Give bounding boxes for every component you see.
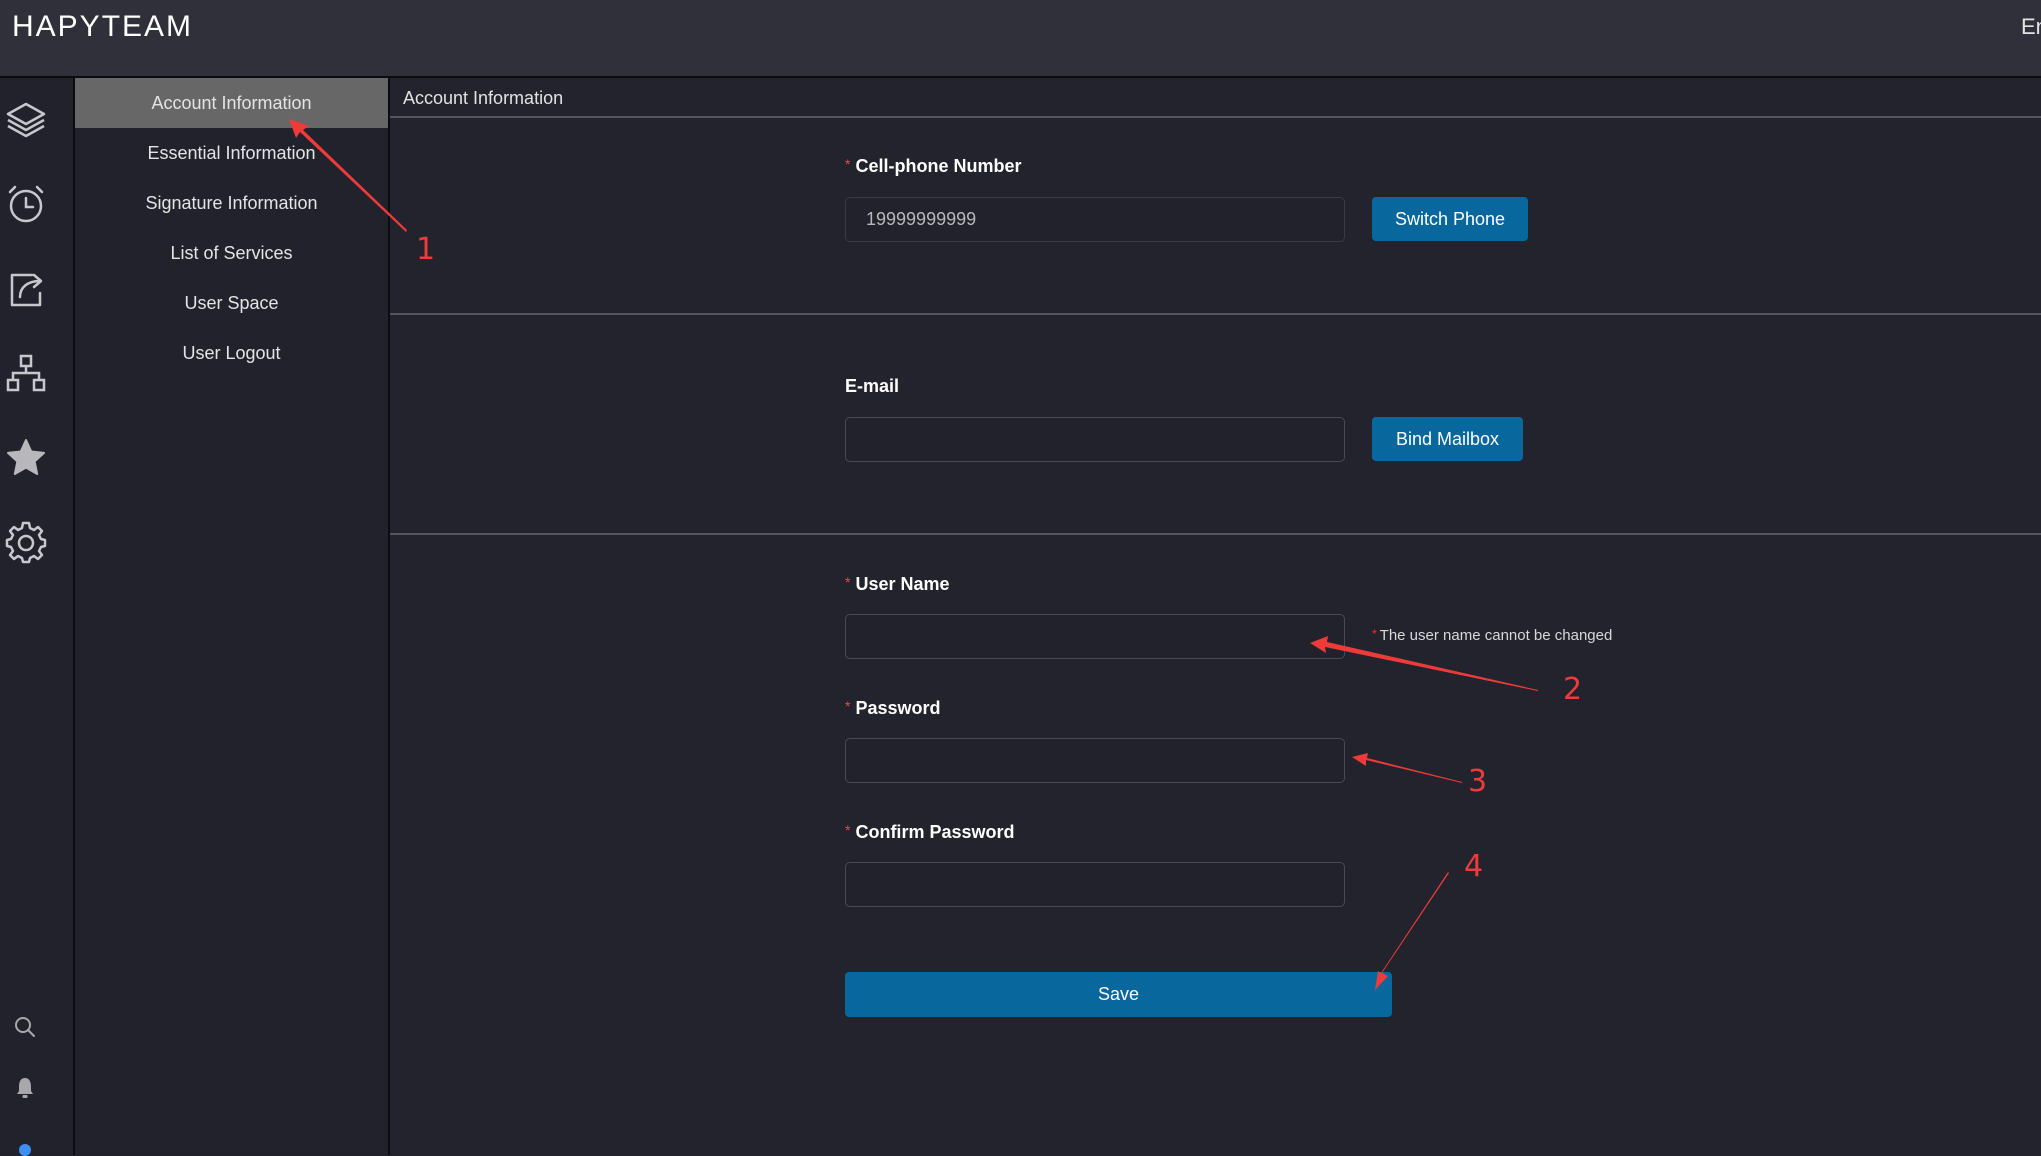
confirm-password-label: * Confirm Password bbox=[845, 822, 1014, 843]
bind-mailbox-button[interactable]: Bind Mailbox bbox=[1372, 417, 1523, 461]
username-input[interactable] bbox=[845, 614, 1345, 659]
menu-item-essential-information[interactable]: Essential Information bbox=[75, 128, 388, 178]
required-mark: * bbox=[845, 822, 851, 838]
menu-item-user-space[interactable]: User Space bbox=[75, 278, 388, 328]
org-chart-icon[interactable] bbox=[4, 352, 48, 396]
language-switch[interactable]: En bbox=[2021, 14, 2041, 40]
section-divider bbox=[390, 533, 2041, 535]
page-title: Account Information bbox=[403, 88, 564, 108]
search-icon[interactable] bbox=[12, 1014, 38, 1040]
email-label: E-mail bbox=[845, 376, 900, 396]
main-content: Account Information *Cell-phone Number S… bbox=[390, 78, 2041, 1155]
password-input[interactable] bbox=[845, 738, 1345, 783]
menu-item-signature-information[interactable]: Signature Information bbox=[75, 178, 388, 228]
annotation-number-2: 2 bbox=[1563, 672, 1583, 707]
required-mark: * bbox=[845, 574, 851, 590]
confirm-password-label-text: Confirm Password bbox=[855, 822, 1015, 842]
share-icon[interactable] bbox=[4, 267, 48, 311]
email-input[interactable] bbox=[845, 417, 1345, 462]
save-button[interactable]: Save bbox=[845, 972, 1392, 1017]
star-icon[interactable] bbox=[4, 436, 48, 480]
alarm-clock-icon[interactable] bbox=[4, 182, 48, 226]
username-hint: * The user name cannot be changed bbox=[1372, 627, 1612, 644]
top-header: HAPYTEAM En bbox=[0, 0, 2041, 78]
gear-icon[interactable] bbox=[4, 521, 48, 565]
switch-phone-button[interactable]: Switch Phone bbox=[1372, 197, 1528, 241]
brand-logo: HAPYTEAM bbox=[12, 10, 194, 43]
menu-item-account-information[interactable]: Account Information bbox=[75, 78, 388, 128]
annotation-number-3: 3 bbox=[1468, 764, 1488, 799]
phone-label-text: Cell-phone Number bbox=[855, 156, 1022, 176]
required-mark: * bbox=[845, 698, 851, 714]
account-menu: Account Information Essential Informatio… bbox=[75, 78, 390, 1155]
username-label: * User Name bbox=[845, 574, 950, 595]
menu-item-list-of-services[interactable]: List of Services bbox=[75, 228, 388, 278]
password-label-text: Password bbox=[855, 698, 941, 718]
confirm-password-input[interactable] bbox=[845, 862, 1345, 907]
bell-icon[interactable] bbox=[12, 1075, 38, 1101]
password-label: * Password bbox=[845, 698, 941, 719]
phone-label: * Cell-phone Number bbox=[845, 156, 1021, 177]
phone-input[interactable] bbox=[845, 197, 1345, 242]
status-dot bbox=[19, 1144, 31, 1156]
layers-icon[interactable] bbox=[4, 98, 48, 142]
username-hint-text: The user name cannot be changed bbox=[1379, 627, 1613, 644]
section-divider bbox=[390, 313, 2041, 315]
menu-item-user-logout[interactable]: User Logout bbox=[75, 328, 388, 378]
required-mark: * bbox=[1372, 627, 1377, 641]
annotation-number-1: 1 bbox=[416, 232, 436, 267]
username-label-text: User Name bbox=[855, 574, 950, 594]
title-divider bbox=[390, 116, 2041, 118]
icon-sidebar bbox=[0, 78, 75, 1155]
annotation-number-4: 4 bbox=[1464, 849, 1484, 884]
required-mark: * bbox=[845, 156, 851, 172]
